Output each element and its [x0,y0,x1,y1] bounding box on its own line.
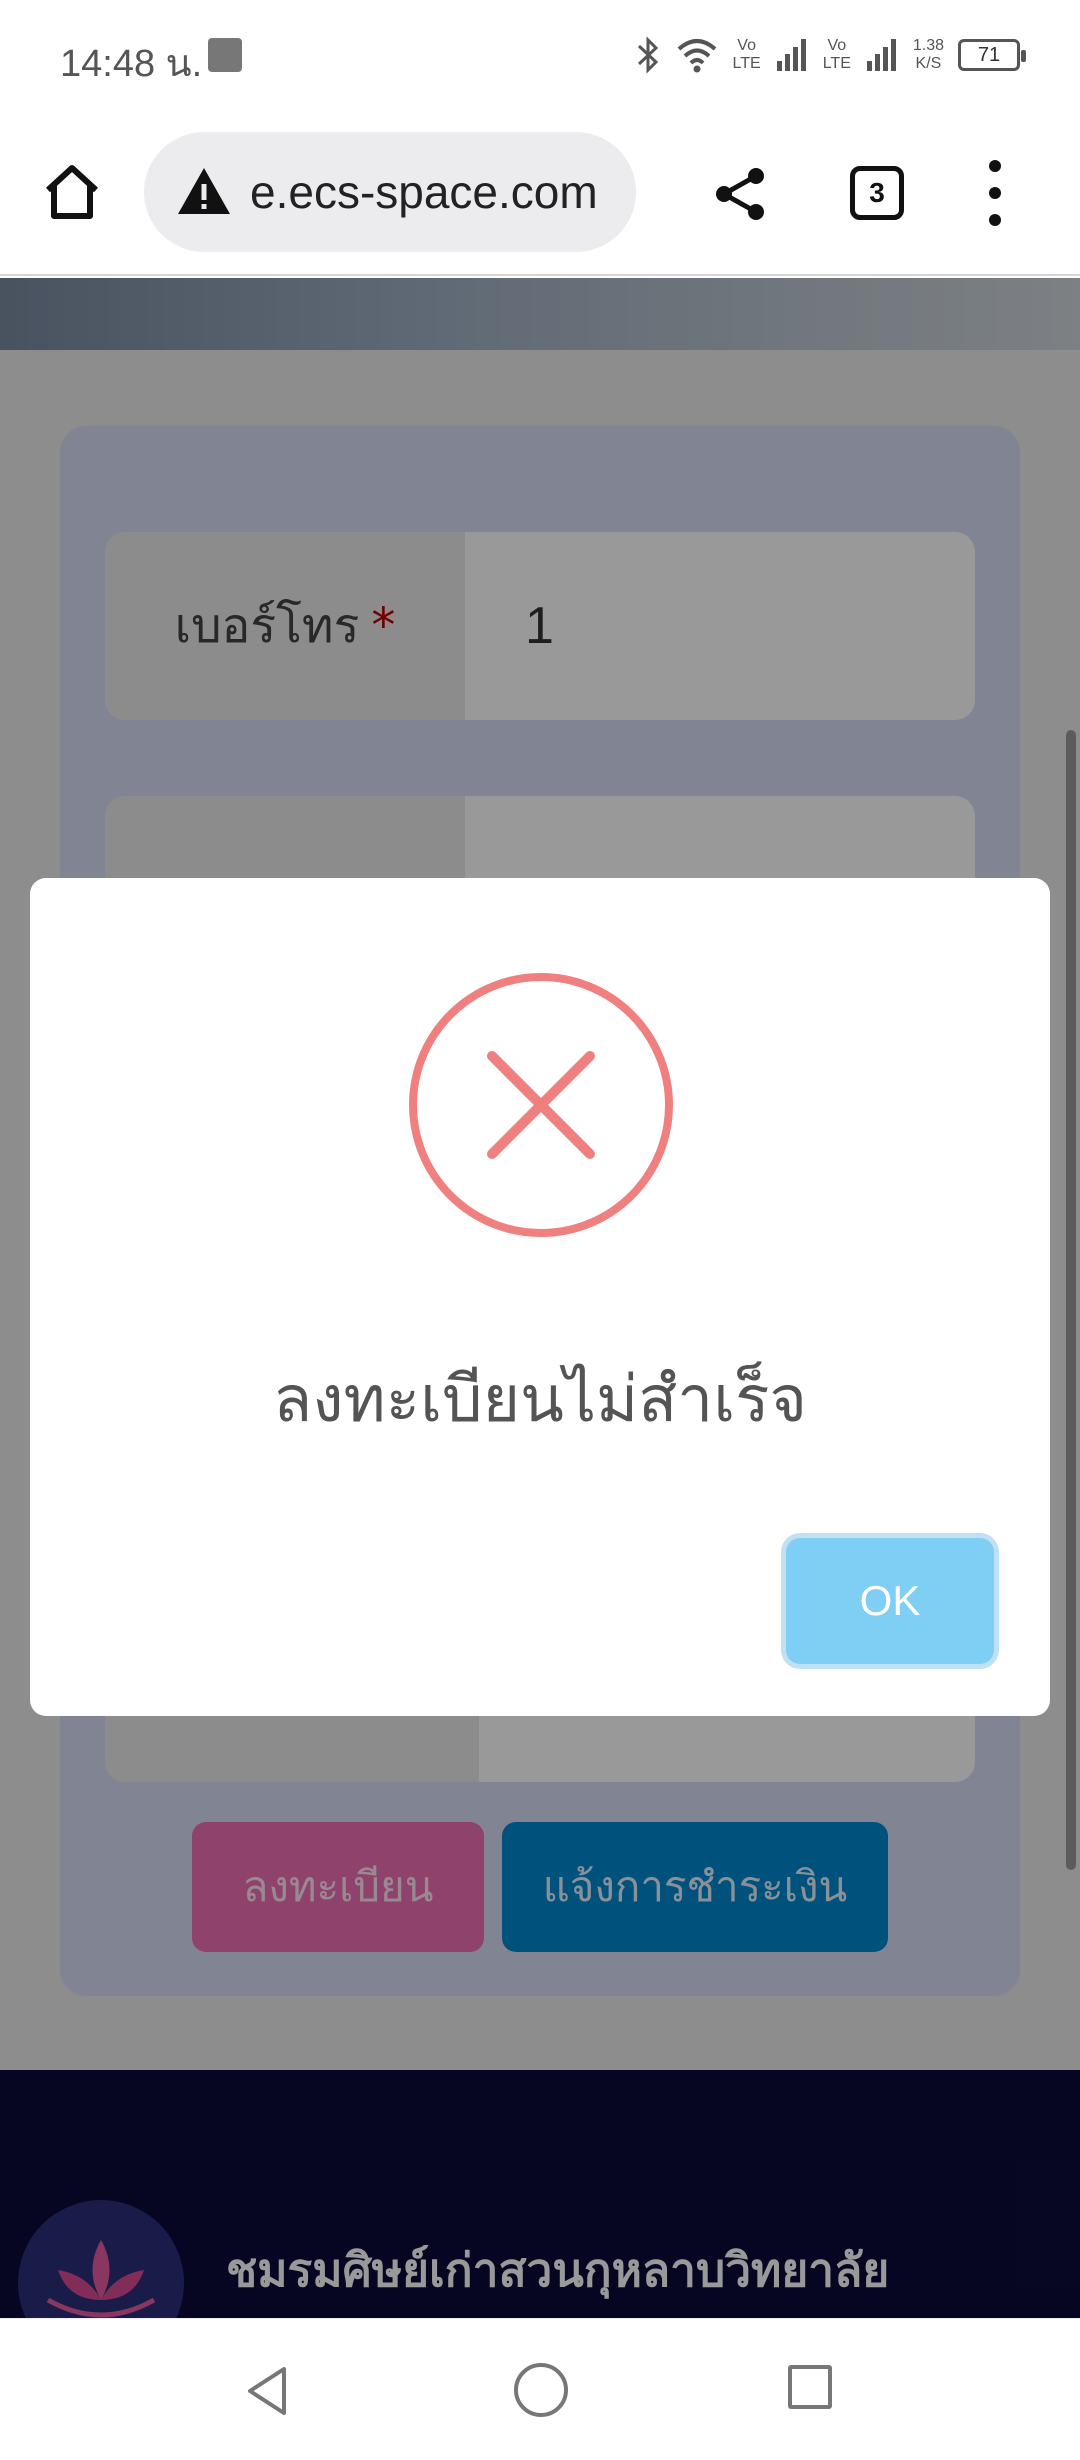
signal-1-icon [776,39,806,71]
signal-2-icon [866,39,896,71]
share-icon[interactable] [712,166,768,222]
wifi-icon [677,39,716,73]
network-speed: 1.38 K/S [912,37,944,72]
system-nav-bar [0,2318,1080,2460]
url-text: e.ecs-space.com [250,166,598,218]
error-dialog: ลงทะเบียนไม่สำเร็จ OK [30,878,1050,1716]
status-time: 14:48 น. [60,43,203,85]
dialog-message: ลงทะเบียนไม่สำเร็จ [273,1363,807,1437]
network-type-2: Vo LTE [822,37,851,72]
ok-button[interactable]: OK [786,1538,994,1664]
network-type-1: Vo LTE [732,37,761,72]
battery-icon: 71 [958,39,1026,71]
tab-switcher-button[interactable]: 3 [850,166,904,220]
home-icon[interactable] [40,160,104,224]
recents-icon[interactable] [788,2365,832,2409]
more-vert-icon[interactable] [980,160,1010,226]
home-circle-icon[interactable] [514,2363,568,2417]
status-bar: 14:48 น. Vo LTE Vo LTE 1.38 K/S 71 [0,0,1080,110]
bluetooth-icon [637,36,658,74]
address-bar[interactable]: e.ecs-space.com [144,132,636,252]
battery-level: 71 [977,43,1001,66]
tab-count: 3 [869,177,885,208]
browser-toolbar: e.ecs-space.com 3 [0,110,1080,276]
notification-icon [208,38,242,72]
warning-icon[interactable] [176,164,232,220]
status-icons: Vo LTE Vo LTE 1.38 K/S 71 [635,30,1026,80]
back-icon[interactable] [240,2363,296,2419]
error-x-icon [409,973,673,1237]
